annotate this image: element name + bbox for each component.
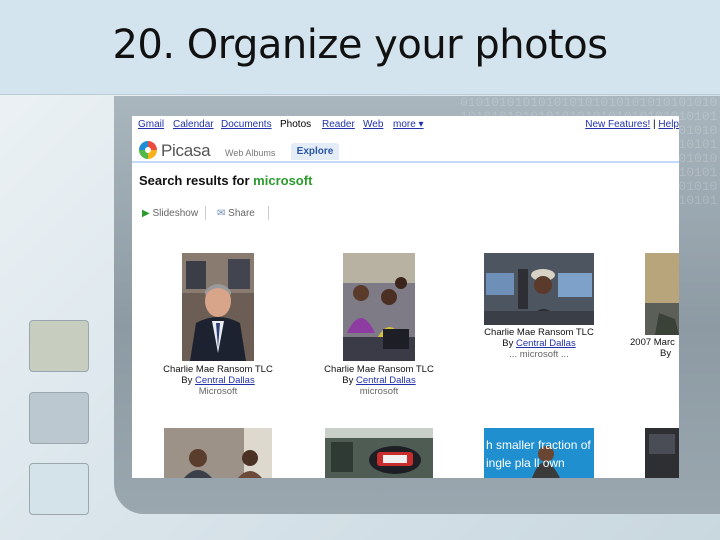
share-button[interactable]: ✉ Share [217, 208, 255, 219]
envelope-icon: ✉ [217, 208, 226, 219]
result-author-link-1[interactable]: Central Dallas [195, 375, 255, 386]
result-tag-3[interactable]: ... microsoft ... [479, 349, 599, 360]
action-divider [205, 206, 206, 220]
picasa-logo-subtitle: Web Albums [225, 148, 276, 158]
play-icon: ▶ [142, 208, 150, 219]
result-title-2[interactable]: Charlie Mae Ransom TLC [319, 364, 439, 375]
result-photo-6[interactable] [325, 428, 433, 478]
result-title-3[interactable]: Charlie Mae Ransom TLC [479, 327, 599, 338]
result-photo-5[interactable] [164, 428, 272, 478]
photo7-text-line2: ingle pla ll own [486, 456, 565, 470]
result-by-1: By [181, 375, 193, 386]
slideshow-button[interactable]: ▶ Slideshow [142, 208, 198, 219]
result-caption-3: Charlie Mae Ransom TLC By Central Dallas… [479, 327, 599, 360]
result-caption-1: Charlie Mae Ransom TLC By Central Dallas… [158, 364, 278, 397]
result-caption-4: 2007 Marc By [630, 337, 679, 359]
header-divider [132, 161, 679, 163]
result-photo-1[interactable] [182, 253, 254, 361]
photo-dark-cropped [645, 428, 679, 478]
photo-code-sign [325, 428, 433, 478]
result-photo-2[interactable] [343, 253, 415, 361]
result-tag-2[interactable]: microsoft [319, 386, 439, 397]
result-author-link-3[interactable]: Central Dallas [516, 338, 576, 349]
result-photo-4[interactable] [645, 253, 679, 335]
help-link[interactable]: Help [658, 119, 679, 130]
gbar-separator: | [653, 119, 656, 130]
decorative-square [29, 392, 89, 444]
photo-computer-lab [484, 253, 594, 325]
gbar-web-link[interactable]: Web [363, 119, 383, 130]
gbar-more-link[interactable]: more ▾ [393, 119, 424, 130]
photo7-overlay-text: h smaller fraction of ingle pla ll own [486, 436, 594, 472]
picasa-pinwheel-icon [139, 141, 157, 159]
result-by-2: By [342, 375, 354, 386]
slide-title: 20. Organize your photos [112, 22, 608, 68]
result-photo-3[interactable] [484, 253, 594, 325]
result-tag-1[interactable]: Microsoft [158, 386, 278, 397]
picasa-screenshot: Gmail Calendar Documents Photos Reader W… [132, 116, 679, 478]
gbar-gmail-link[interactable]: Gmail [138, 119, 164, 130]
result-author-link-2[interactable]: Central Dallas [356, 375, 416, 386]
tab-explore[interactable]: Explore [291, 143, 339, 160]
photo-people-room [164, 428, 272, 478]
result-by-4: By [660, 348, 672, 359]
gbar-calendar-link[interactable]: Calendar [173, 119, 214, 130]
google-bar: Gmail Calendar Documents Photos Reader W… [132, 116, 679, 133]
slideshow-label: Slideshow [152, 208, 199, 219]
result-title-1[interactable]: Charlie Mae Ransom TLC [158, 364, 278, 375]
search-results-heading: Search results for microsoft [139, 173, 312, 188]
action-divider [268, 206, 269, 220]
gbar-reader-link[interactable]: Reader [322, 119, 355, 130]
gbar-right-links: New Features! | Help [585, 119, 679, 130]
decorative-square [29, 463, 89, 515]
result-caption-2: Charlie Mae Ransom TLC By Central Dallas… [319, 364, 439, 397]
photo-cropped [645, 253, 679, 335]
new-features-link[interactable]: New Features! [585, 119, 650, 130]
search-term: microsoft [253, 173, 313, 188]
share-label: Share [228, 208, 255, 219]
gbar-photos-current: Photos [280, 119, 312, 130]
search-results-prefix: Search results for [139, 173, 250, 188]
title-bar: 20. Organize your photos [0, 0, 720, 95]
result-photo-8[interactable] [645, 428, 679, 478]
result-title-4[interactable]: 2007 Marc [630, 337, 679, 348]
photo-classroom [343, 253, 415, 361]
result-by-3: By [502, 338, 514, 349]
decorative-square [29, 320, 89, 372]
photo-man-suit [182, 253, 254, 361]
picasa-logo-text: Picasa [161, 141, 211, 160]
photo7-text-line1: h smaller fraction of [486, 438, 591, 452]
gbar-documents-link[interactable]: Documents [221, 119, 272, 130]
